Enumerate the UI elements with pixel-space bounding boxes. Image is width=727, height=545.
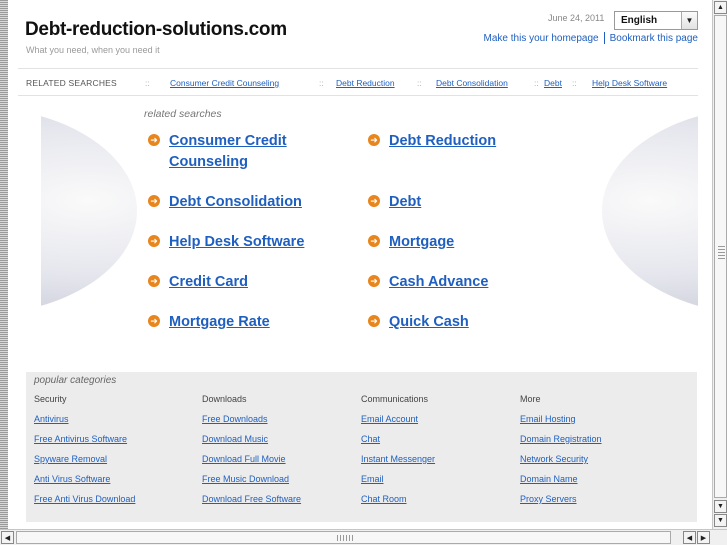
arrow-circle-icon: ➜ <box>148 315 160 327</box>
category-link[interactable]: Antivirus <box>34 414 194 434</box>
decorative-disk-left <box>41 107 137 315</box>
link-divider <box>603 32 605 44</box>
decorative-disk-right <box>602 107 698 315</box>
category-title: Communications <box>361 394 429 404</box>
category-title: Downloads <box>202 394 247 404</box>
category-link[interactable]: Proxy Servers <box>520 494 680 514</box>
arrow-circle-icon: ➜ <box>368 235 380 247</box>
related-bar-link[interactable]: Debt <box>544 78 562 88</box>
related-search-link[interactable]: Mortgage <box>389 232 454 253</box>
category-link[interactable]: Free Anti Virus Download <box>34 494 194 514</box>
homepage-link[interactable]: Make this your homepage <box>484 33 599 44</box>
category-column: Communications Email Account Chat Instan… <box>361 394 521 514</box>
date-label: June 24, 2011 <box>548 13 605 23</box>
language-select[interactable]: English ▼ <box>614 11 698 30</box>
category-link[interactable]: Free Downloads <box>202 414 362 434</box>
category-link[interactable]: Free Antivirus Software <box>34 434 194 454</box>
related-search-link[interactable]: Debt Consolidation <box>169 192 302 213</box>
horizontal-scrollbar[interactable]: ◀ ◀ ▶ <box>0 529 727 545</box>
arrow-down-icon[interactable]: ▼ <box>714 514 727 527</box>
related-search-item[interactable]: ➜ Mortgage Rate <box>148 312 270 333</box>
related-bar-separator: :: <box>417 78 422 88</box>
related-bar-link[interactable]: Debt Consolidation <box>436 78 508 88</box>
vertical-scroll-thumb[interactable] <box>714 15 727 498</box>
popular-categories-panel: popular categories Security Antivirus Fr… <box>26 372 697 522</box>
arrow-circle-icon: ➜ <box>148 195 160 207</box>
category-column: Downloads Free Downloads Download Music … <box>202 394 362 514</box>
category-link[interactable]: Instant Messenger <box>361 454 521 474</box>
top-links: Make this your homepage Bookmark this pa… <box>484 32 698 44</box>
arrow-circle-icon: ➜ <box>148 235 160 247</box>
related-search-link[interactable]: Cash Advance <box>389 272 488 293</box>
related-bar-separator: :: <box>572 78 577 88</box>
related-search-item[interactable]: ➜ Cash Advance <box>368 272 488 293</box>
related-search-link[interactable]: Consumer Credit Counseling <box>169 131 287 173</box>
category-link[interactable]: Domain Registration <box>520 434 680 454</box>
related-search-link[interactable]: Credit Card <box>169 272 248 293</box>
category-link[interactable]: Free Music Download <box>202 474 362 494</box>
category-link[interactable]: Email Hosting <box>520 414 680 434</box>
vertical-scrollbar[interactable]: ▲ ▼ ▼ <box>712 0 727 529</box>
related-search-link[interactable]: Help Desk Software <box>169 232 304 253</box>
category-column: More Email Hosting Domain Registration N… <box>520 394 680 514</box>
grip-icon <box>337 535 353 541</box>
category-title: Security <box>34 394 67 404</box>
tagline: What you need, when you need it <box>26 45 160 55</box>
category-link[interactable]: Chat <box>361 434 521 454</box>
category-link[interactable]: Download Free Software <box>202 494 362 514</box>
related-bar-link[interactable]: Consumer Credit Counseling <box>170 78 279 88</box>
arrow-circle-icon: ➜ <box>368 275 380 287</box>
arrow-down-icon[interactable]: ▼ <box>714 500 727 513</box>
horizontal-scroll-thumb[interactable] <box>16 531 671 544</box>
related-search-item[interactable]: ➜ Quick Cash <box>368 312 469 333</box>
related-search-item[interactable]: ➜ Help Desk Software <box>148 232 304 253</box>
category-link[interactable]: Chat Room <box>361 494 521 514</box>
related-bar-separator: :: <box>145 78 150 88</box>
arrow-up-icon[interactable]: ▲ <box>714 1 727 14</box>
page-edge <box>0 0 8 529</box>
arrow-circle-icon: ➜ <box>148 134 160 146</box>
arrow-right-icon[interactable]: ▶ <box>697 531 710 544</box>
category-title: More <box>520 394 541 404</box>
related-bar-link[interactable]: Debt Reduction <box>336 78 395 88</box>
related-search-link[interactable]: Debt <box>389 192 421 213</box>
category-link[interactable]: Network Security <box>520 454 680 474</box>
arrow-circle-icon: ➜ <box>368 315 380 327</box>
related-searches-bar: RELATED SEARCHES :: Consumer Credit Coun… <box>18 68 698 96</box>
related-search-item[interactable]: ➜ Mortgage <box>368 232 454 253</box>
related-search-link[interactable]: Debt Reduction <box>389 131 496 152</box>
arrow-circle-icon: ➜ <box>368 195 380 207</box>
language-value: English <box>621 15 658 26</box>
related-search-link[interactable]: Quick Cash <box>389 312 469 333</box>
related-searches-heading: related searches <box>144 108 222 120</box>
arrow-circle-icon: ➜ <box>368 134 380 146</box>
site-title: Debt-reduction-solutions.com <box>25 19 287 40</box>
grip-icon <box>718 246 725 260</box>
related-search-item[interactable]: ➜ Consumer Credit Counseling <box>148 131 287 173</box>
category-link[interactable]: Spyware Removal <box>34 454 194 474</box>
related-search-item[interactable]: ➜ Credit Card <box>148 272 248 293</box>
related-search-item[interactable]: ➜ Debt <box>368 192 421 213</box>
related-bar-separator: :: <box>319 78 324 88</box>
category-column: Security Antivirus Free Antivirus Softwa… <box>34 394 194 514</box>
category-link[interactable]: Email Account <box>361 414 521 434</box>
related-search-link[interactable]: Mortgage Rate <box>169 312 270 333</box>
related-search-item[interactable]: ➜ Debt Consolidation <box>148 192 302 213</box>
bookmark-link[interactable]: Bookmark this page <box>610 33 698 44</box>
category-link[interactable]: Anti Virus Software <box>34 474 194 494</box>
category-link[interactable]: Download Full Movie <box>202 454 362 474</box>
related-bar-label: RELATED SEARCHES <box>26 78 117 88</box>
related-bar-link[interactable]: Help Desk Software <box>592 78 667 88</box>
arrow-left-icon[interactable]: ◀ <box>1 531 14 544</box>
related-search-item[interactable]: ➜ Debt Reduction <box>368 131 496 152</box>
page: Debt-reduction-solutions.com What you ne… <box>8 0 712 529</box>
arrow-left-icon[interactable]: ◀ <box>683 531 696 544</box>
category-link[interactable]: Domain Name <box>520 474 680 494</box>
arrow-circle-icon: ➜ <box>148 275 160 287</box>
category-link[interactable]: Download Music <box>202 434 362 454</box>
chevron-down-icon[interactable]: ▼ <box>681 12 697 29</box>
popular-categories-heading: popular categories <box>34 375 117 386</box>
category-link[interactable]: Email <box>361 474 521 494</box>
related-bar-separator: :: <box>534 78 539 88</box>
